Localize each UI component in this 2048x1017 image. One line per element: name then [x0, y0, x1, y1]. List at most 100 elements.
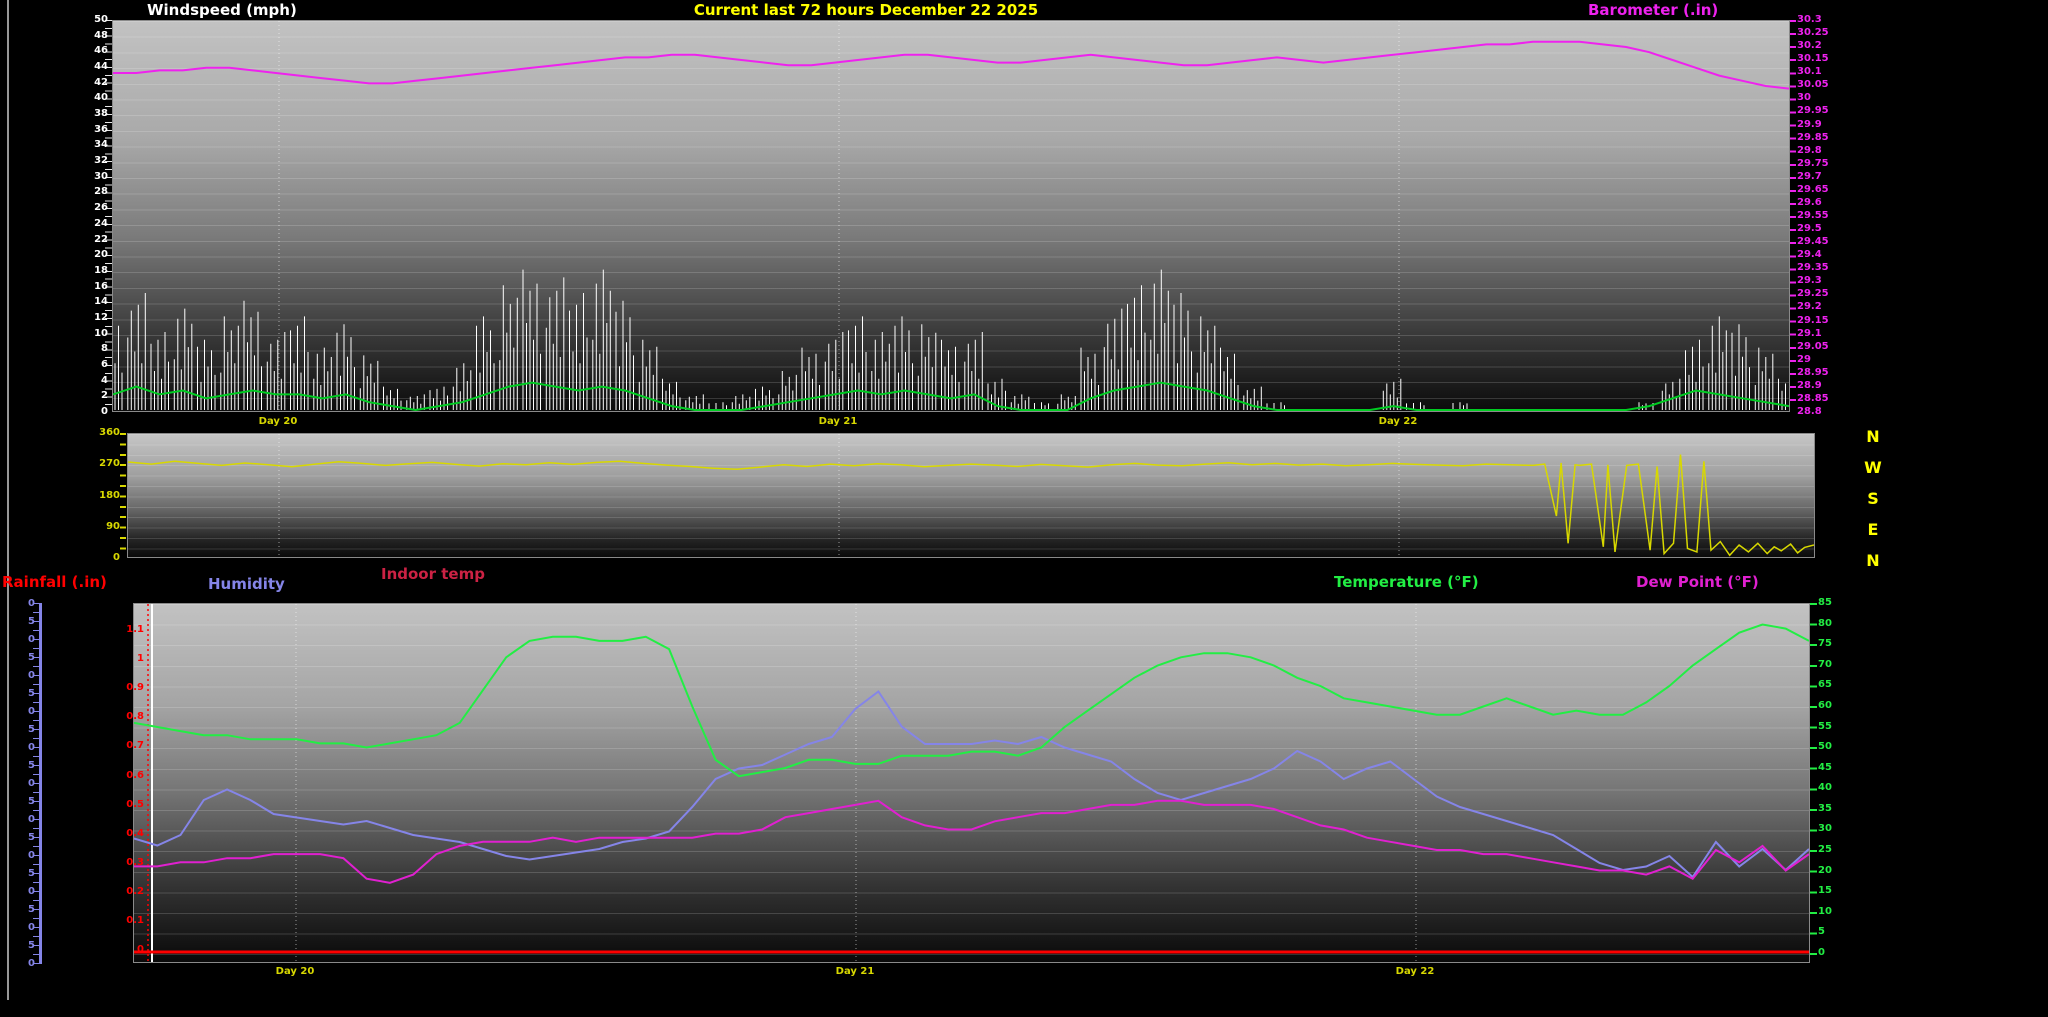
barometer-axis-label: 28.9 [1797, 380, 1845, 392]
bottom-day-label-22: Day 22 [1383, 966, 1447, 977]
windspeed-barometer-plot [112, 20, 1790, 412]
temperature-axis-label: 5 [1818, 926, 1848, 938]
temperature-axis-label: 20 [1818, 865, 1848, 877]
windspeed-axis-label: 12 [70, 312, 108, 324]
top-day-label-21: Day 21 [806, 416, 870, 427]
dew-point-legend-label: Dew Point (°F) [1636, 573, 1759, 591]
temperature-axis-label: 75 [1818, 638, 1848, 650]
barometer-axis-label: 29.8 [1797, 145, 1845, 157]
barometer-axis-label: 29.05 [1797, 341, 1845, 353]
temperature-axis-label: 30 [1818, 823, 1848, 835]
windspeed-axis-label: 22 [70, 234, 108, 246]
barometer-axis-label: 29.35 [1797, 262, 1845, 274]
windspeed-axis-label: 34 [70, 139, 108, 151]
rainfall-axis-label: 0.4 [116, 828, 144, 840]
top-day-label-20: Day 20 [246, 416, 310, 427]
windspeed-axis-label: 44 [70, 61, 108, 73]
wind-direction-plot [127, 433, 1815, 558]
humidity-temperature-series [134, 604, 1809, 962]
temperature-axis-ticks [1810, 603, 1817, 959]
temperature-axis-label: 85 [1818, 597, 1848, 609]
barometer-chart-title: Barometer (.in) [1588, 1, 1718, 19]
barometer-axis-label: 29.5 [1797, 223, 1845, 235]
humidity-legend-label: Humidity [208, 575, 285, 593]
barometer-axis-label: 29.15 [1797, 315, 1845, 327]
windspeed-axis-label: 28 [70, 186, 108, 198]
barometer-axis-label: 29.1 [1797, 328, 1845, 340]
temperature-axis-label: 10 [1818, 906, 1848, 918]
barometer-axis-label: 29.85 [1797, 132, 1845, 144]
barometer-axis-label: 29.75 [1797, 158, 1845, 170]
barometer-axis-label: 29.7 [1797, 171, 1845, 183]
barometer-axis-label: 29.65 [1797, 184, 1845, 196]
rainfall-axis-label: 0.6 [116, 770, 144, 782]
wind-direction-series [128, 434, 1814, 557]
compass-e: E [1858, 520, 1888, 539]
barometer-axis-label: 29.3 [1797, 275, 1845, 287]
indoor-temp-legend-label: Indoor temp [381, 565, 485, 583]
barometer-axis-ticks [1790, 20, 1796, 412]
top-day-label-22: Day 22 [1366, 416, 1430, 427]
windspeed-axis-label: 10 [70, 328, 108, 340]
windspeed-axis-label: 40 [70, 92, 108, 104]
rainfall-axis-label: 1.1 [116, 624, 144, 636]
windspeed-axis-label: 36 [70, 124, 108, 136]
temperature-axis-label: 80 [1818, 618, 1848, 630]
compass-w: W [1858, 458, 1888, 477]
barometer-axis-label: 29.2 [1797, 301, 1845, 313]
wind-direction-axis-label: 270 [86, 458, 120, 470]
windspeed-axis-label: 46 [70, 45, 108, 57]
barometer-axis-label: 30.15 [1797, 53, 1845, 65]
humidity-temperature-plot [133, 603, 1810, 963]
windspeed-axis-label: 6 [70, 359, 108, 371]
windspeed-axis-label: 38 [70, 108, 108, 120]
barometer-axis-label: 29 [1797, 354, 1845, 366]
wind-direction-axis-label: 90 [86, 521, 120, 533]
rainfall-legend-label: Rainfall (.in) [2, 573, 107, 591]
temperature-axis-label: 65 [1818, 679, 1848, 691]
windspeed-axis-label: 14 [70, 296, 108, 308]
windspeed-axis-label: 30 [70, 171, 108, 183]
compass-n-bottom: N [1858, 551, 1888, 570]
windspeed-axis-label: 2 [70, 390, 108, 402]
rainfall-axis-label: 0.5 [116, 799, 144, 811]
windspeed-barometer-series [113, 21, 1789, 411]
windspeed-axis-label: 48 [70, 30, 108, 42]
barometer-axis-label: 30.25 [1797, 27, 1845, 39]
weather-console: Windspeed (mph) Current last 72 hours De… [0, 0, 2048, 1017]
windspeed-axis-label: 24 [70, 218, 108, 230]
bottom-day-label-21: Day 21 [823, 966, 887, 977]
temperature-axis-label: 25 [1818, 844, 1848, 856]
compass-n-top: N [1858, 427, 1888, 446]
barometer-axis-label: 29.9 [1797, 119, 1845, 131]
rainfall-axis-label: 0.8 [116, 711, 144, 723]
rainfall-axis-label: 0.3 [116, 857, 144, 869]
windspeed-axis-label: 18 [70, 265, 108, 277]
humidity-axis-line [39, 603, 42, 964]
temperature-axis-label: 60 [1818, 700, 1848, 712]
windspeed-axis-label: 4 [70, 375, 108, 387]
barometer-axis-label: 29.6 [1797, 197, 1845, 209]
humidity-axis-ticks [33, 603, 39, 964]
barometer-axis-label: 28.85 [1797, 393, 1845, 405]
wind-direction-axis-label: 0 [86, 552, 120, 564]
window-border [7, 0, 9, 1000]
windspeed-axis-label: 32 [70, 155, 108, 167]
temperature-axis-label: 50 [1818, 741, 1848, 753]
windspeed-axis-label: 0 [70, 406, 108, 418]
windspeed-axis-label: 8 [70, 343, 108, 355]
bottom-day-label-20: Day 20 [263, 966, 327, 977]
barometer-axis-label: 29.55 [1797, 210, 1845, 222]
barometer-axis-label: 30.2 [1797, 40, 1845, 52]
rainfall-axis-label: 0.1 [116, 915, 144, 927]
windspeed-axis-label: 42 [70, 77, 108, 89]
rainfall-axis-label: 0.2 [116, 886, 144, 898]
temperature-axis-label: 35 [1818, 803, 1848, 815]
windspeed-axis-label: 50 [70, 14, 108, 26]
barometer-axis-label: 29.95 [1797, 105, 1845, 117]
barometer-axis-label: 28.95 [1797, 367, 1845, 379]
barometer-axis-label: 29.4 [1797, 249, 1845, 261]
wind-direction-axis-label: 180 [86, 490, 120, 502]
barometer-axis-label: 28.8 [1797, 406, 1845, 418]
barometer-axis-label: 30.1 [1797, 66, 1845, 78]
